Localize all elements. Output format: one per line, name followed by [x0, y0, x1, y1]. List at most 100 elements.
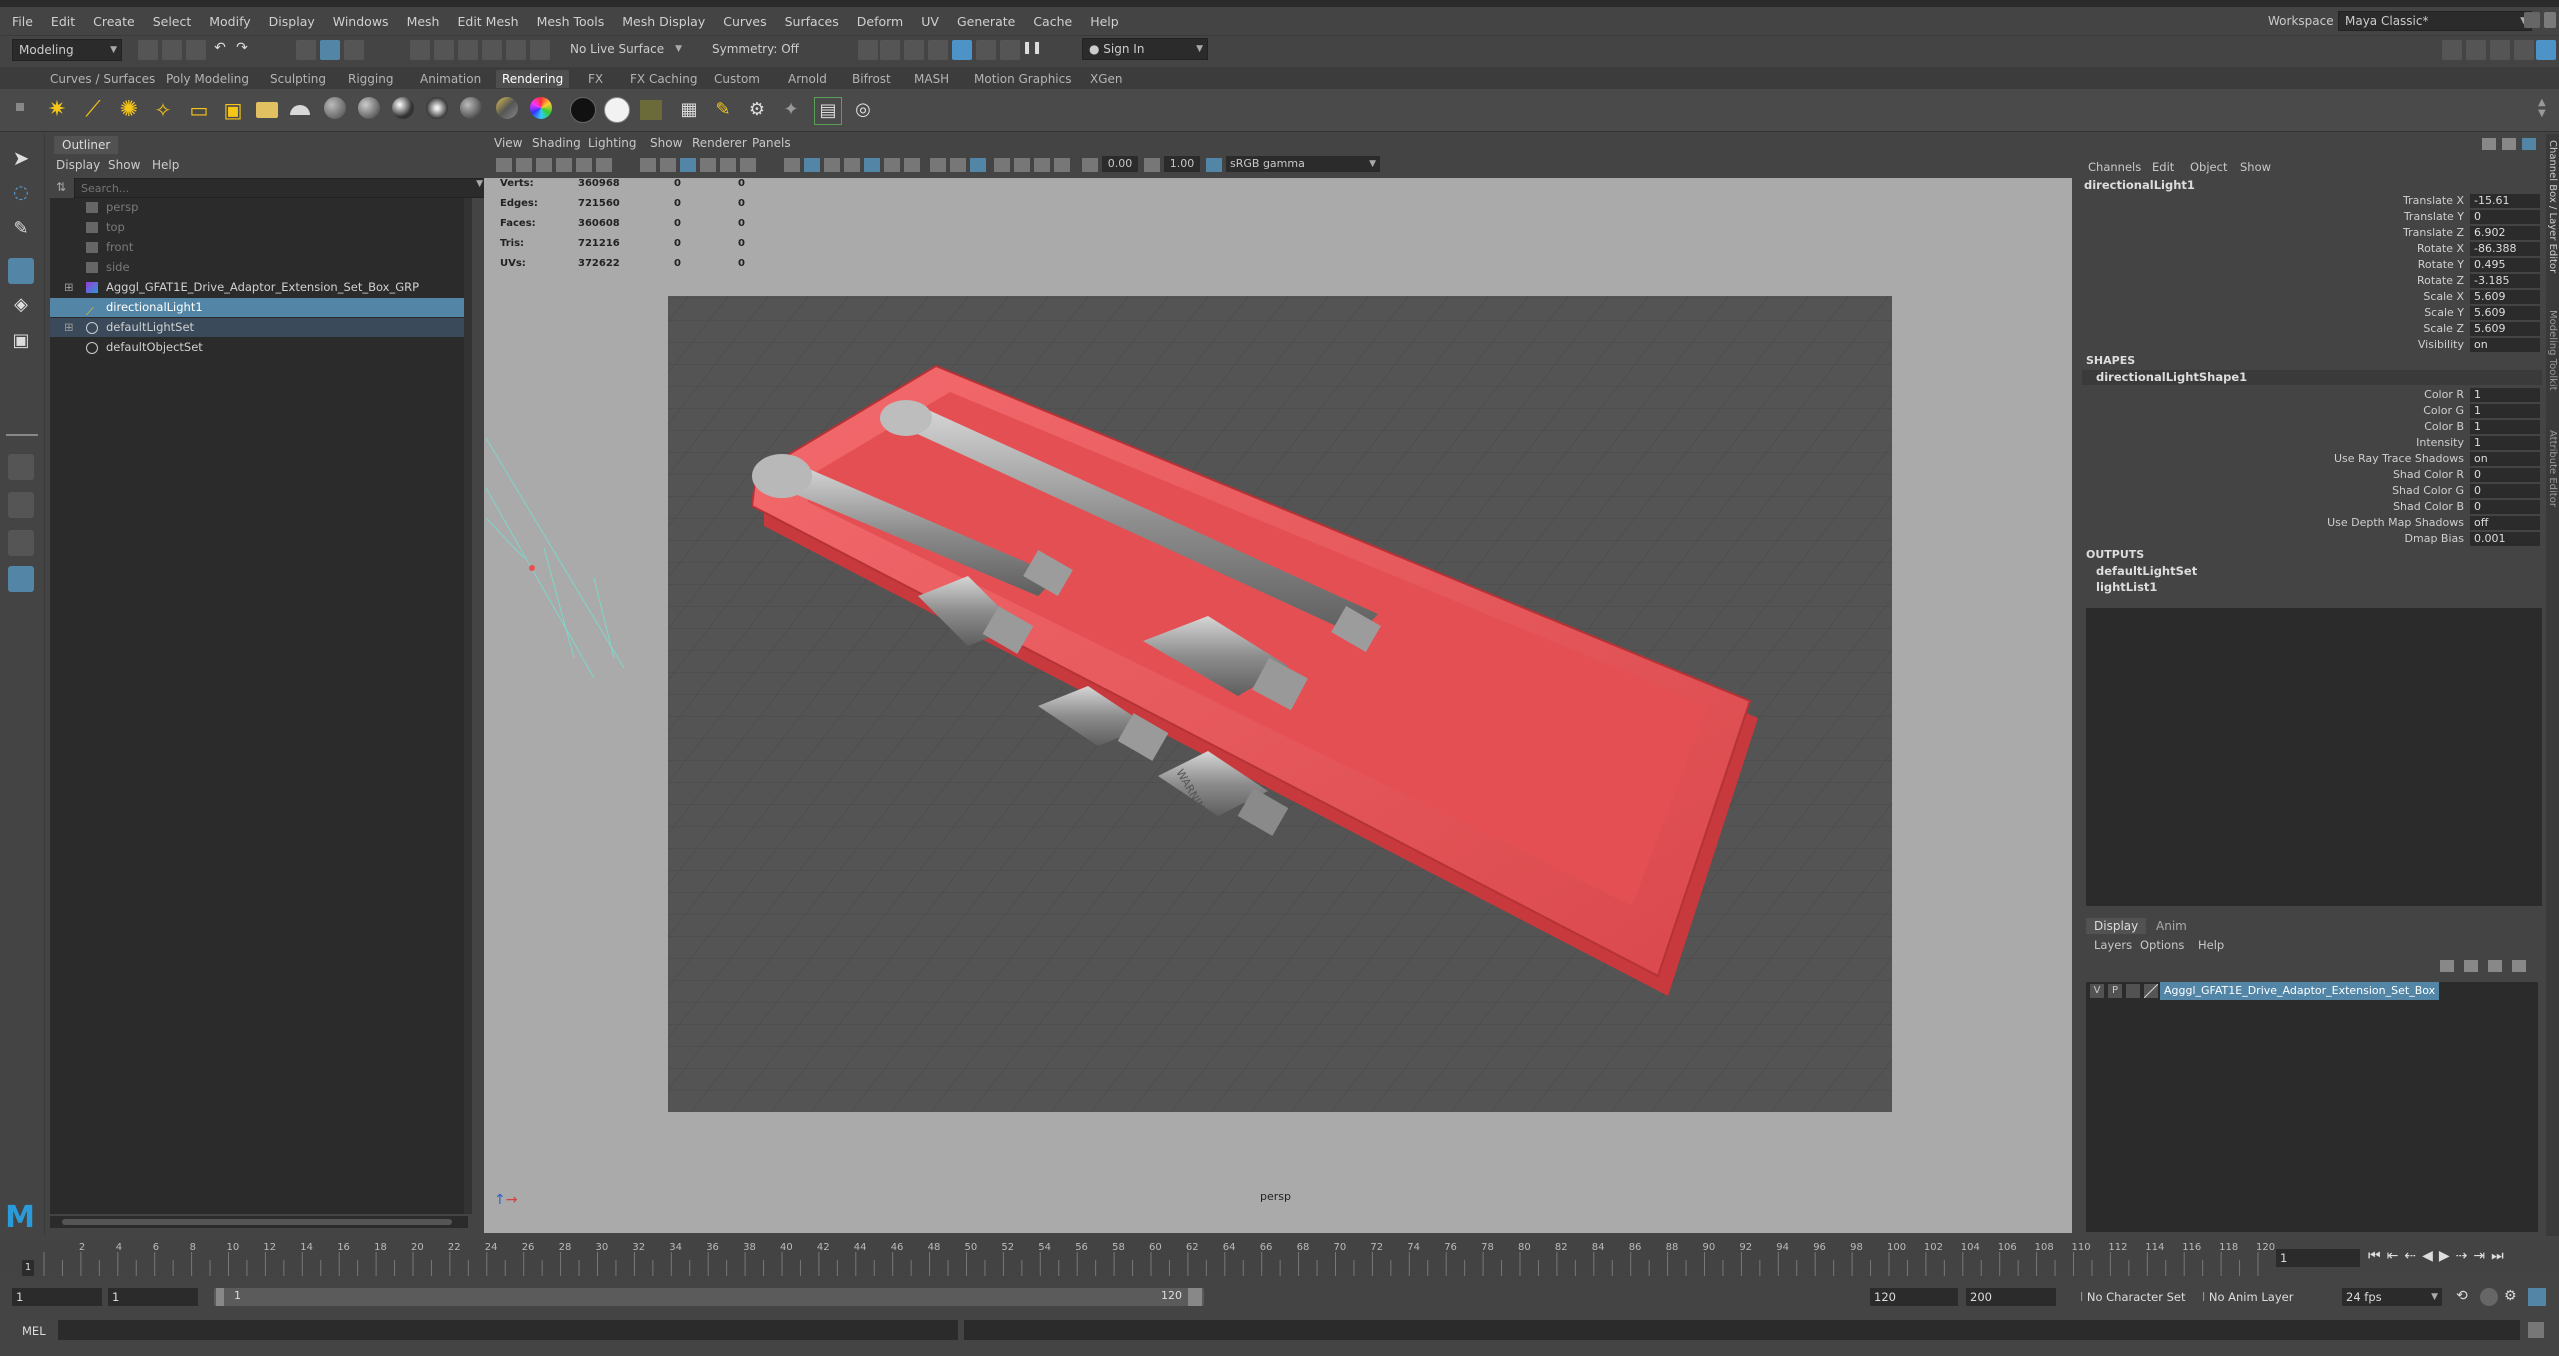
undo-icon[interactable]: ↶ [210, 40, 230, 60]
character-set-dropdown[interactable]: ⅼ No Character Set [2080, 1288, 2196, 1306]
ipr-icon[interactable]: ✎ [710, 97, 736, 123]
output-node-lightlist1[interactable]: lightList1 [2096, 580, 2157, 594]
shelf-tab-poly-modeling[interactable]: Poly Modeling [166, 70, 249, 88]
channel-value-translate-z[interactable]: 6.902 [2470, 226, 2540, 240]
xray-joints-icon[interactable] [1034, 158, 1050, 172]
render-settings-shelf-icon[interactable]: ⚙ [744, 97, 770, 123]
outliner-item-side[interactable]: side [50, 258, 468, 277]
hypershade-icon[interactable] [976, 40, 996, 60]
animation-prefs-icon[interactable]: ⚙ [2504, 1288, 2522, 1306]
layer-tab-anim[interactable]: Anim [2156, 918, 2187, 934]
lasso-tool-icon[interactable]: ◌ [8, 182, 34, 208]
channel-menu-object[interactable]: Object [2190, 160, 2227, 174]
menu-help[interactable]: Help [1090, 14, 1119, 29]
channel-icon[interactable] [2482, 138, 2496, 150]
outliner-hscrollbar[interactable] [50, 1216, 468, 1228]
smooth-shade-icon[interactable] [804, 158, 820, 172]
batch-render-icon[interactable]: ▤ [814, 97, 842, 125]
image-plane-icon[interactable] [556, 158, 572, 172]
viewport-menu-lighting[interactable]: Lighting [588, 136, 637, 150]
mel-label[interactable]: MEL [22, 1324, 46, 1338]
area-light-icon[interactable]: ▭ [186, 97, 212, 123]
shelf-tab-sculpting[interactable]: Sculpting [270, 70, 326, 88]
animation-start-field[interactable]: 1 [12, 1288, 102, 1306]
field-chart-icon[interactable] [720, 158, 736, 172]
channel-menu-edit[interactable]: Edit [2152, 160, 2174, 174]
shelf-tab-animation[interactable]: Animation [420, 70, 481, 88]
playback-start-field[interactable]: 1 [108, 1288, 198, 1306]
construction-history-icon[interactable] [858, 40, 878, 60]
new-scene-icon[interactable] [138, 40, 158, 60]
wireframe-on-shaded-icon[interactable] [824, 158, 840, 172]
layered-shader-icon[interactable] [460, 97, 486, 123]
hypershade-window-icon[interactable] [640, 97, 666, 123]
new-layer-from-selection-icon[interactable] [2512, 960, 2526, 972]
viewport-menu-shading[interactable]: Shading [532, 136, 581, 150]
gamma-field[interactable]: 1.00 [1164, 156, 1200, 172]
auto-key-icon[interactable] [2480, 1288, 2498, 1306]
menu-edit[interactable]: Edit [51, 14, 75, 29]
workspace-settings-icon[interactable] [2524, 12, 2540, 28]
shape-value-shad-color-r[interactable]: 0 [2470, 468, 2540, 482]
redo-icon[interactable]: ↷ [232, 40, 252, 60]
outliner-search[interactable]: ▼ [74, 178, 490, 198]
current-frame-field[interactable]: 1 [2276, 1249, 2360, 1267]
side-tab-attribute-editor[interactable]: Attribute Editor [2547, 430, 2558, 507]
time-slider[interactable]: 2 4 6 8 10 12 14 16 18 20 22 24 26 28 30 32 34 36 38 40 42 44… [0, 1240, 2559, 1278]
channel-menu-channels[interactable]: Channels [2088, 160, 2141, 174]
range-slider[interactable]: 1 120 [214, 1288, 1204, 1306]
shelf-tab-rigging[interactable]: Rigging [348, 70, 393, 88]
play-backward-icon[interactable]: ◀ [2422, 1248, 2439, 1264]
outliner-filter-icon[interactable]: ⇅ [56, 180, 66, 194]
menu-windows[interactable]: Windows [333, 14, 389, 29]
shelf-tab-rendering[interactable]: Rendering [496, 70, 570, 88]
phonge-sphere-icon[interactable] [392, 97, 418, 123]
menu-select[interactable]: Select [153, 14, 192, 29]
channel-value-scale-y[interactable]: 5.609 [2470, 306, 2540, 320]
use-all-lights-icon[interactable] [864, 158, 880, 172]
outliner-menu-show[interactable]: Show [108, 158, 140, 172]
sign-in-button[interactable]: ● Sign In ▼ [1082, 38, 1208, 60]
shelf-tab-xgen[interactable]: XGen [1090, 70, 1123, 88]
menu-generate[interactable]: Generate [957, 14, 1015, 29]
anisotropic-sphere-icon[interactable] [426, 97, 452, 123]
shape-value-intensity[interactable]: 1 [2470, 436, 2540, 450]
depth-of-field-icon[interactable] [970, 158, 986, 172]
channel-value-scale-x[interactable]: 5.609 [2470, 290, 2540, 304]
layer-tab-display[interactable]: Display [2086, 918, 2147, 934]
shadows-icon[interactable] [884, 158, 900, 172]
channel-box-toggle-icon[interactable] [2536, 40, 2556, 60]
shelf-tab-fx-caching[interactable]: FX Caching [630, 70, 697, 88]
menu-curves[interactable]: Curves [723, 14, 766, 29]
gamma-icon[interactable] [1144, 158, 1160, 172]
2d-pan-zoom-icon[interactable] [576, 158, 592, 172]
shelf-tab-curves-surfaces[interactable]: Curves / Surfaces [50, 70, 155, 88]
side-tab-channel-box[interactable]: Channel Box / Layer Editor [2547, 140, 2558, 273]
outliner-item-grp[interactable]: ⊞ Agggl_GFAT1E_Drive_Adaptor_Extension_Se… [50, 278, 468, 297]
command-input[interactable] [58, 1320, 958, 1340]
shelf-options-icon[interactable] [16, 103, 24, 111]
attribute-editor-icon[interactable] [2490, 40, 2510, 60]
motion-blur-icon[interactable] [930, 158, 946, 172]
viewport-menu-show[interactable]: Show [650, 136, 682, 150]
menu-mesh-display[interactable]: Mesh Display [622, 14, 705, 29]
viewport-menu-panels[interactable]: Panels [752, 136, 791, 150]
persp-outliner-layout-icon[interactable] [8, 530, 34, 556]
render-view-icon[interactable] [880, 40, 900, 60]
rotate-tool-icon[interactable]: ◈ [8, 294, 34, 320]
outliner-item-persp[interactable]: persp [50, 198, 468, 217]
channel-value-scale-z[interactable]: 5.609 [2470, 322, 2540, 336]
film-gate-icon[interactable] [660, 158, 676, 172]
color-management-icon[interactable] [1206, 158, 1222, 172]
wireframe-icon[interactable] [784, 158, 800, 172]
outliner-menu-display[interactable]: Display [56, 158, 100, 172]
layer-menu-options[interactable]: Options [2140, 938, 2184, 952]
shelf-tab-motion-graphics[interactable]: Motion Graphics [974, 70, 1072, 88]
symmetry-dropdown[interactable]: Symmetry: Off [706, 39, 814, 59]
single-perspective-layout-icon[interactable] [8, 454, 34, 480]
pause-icon[interactable]: ❚❚ [1022, 40, 1042, 60]
shelf-tab-fx[interactable]: FX [588, 70, 603, 88]
surface-shader-icon[interactable] [530, 97, 556, 123]
render-layer-icon[interactable]: ✦ [778, 97, 804, 123]
menu-file[interactable]: File [12, 14, 33, 29]
